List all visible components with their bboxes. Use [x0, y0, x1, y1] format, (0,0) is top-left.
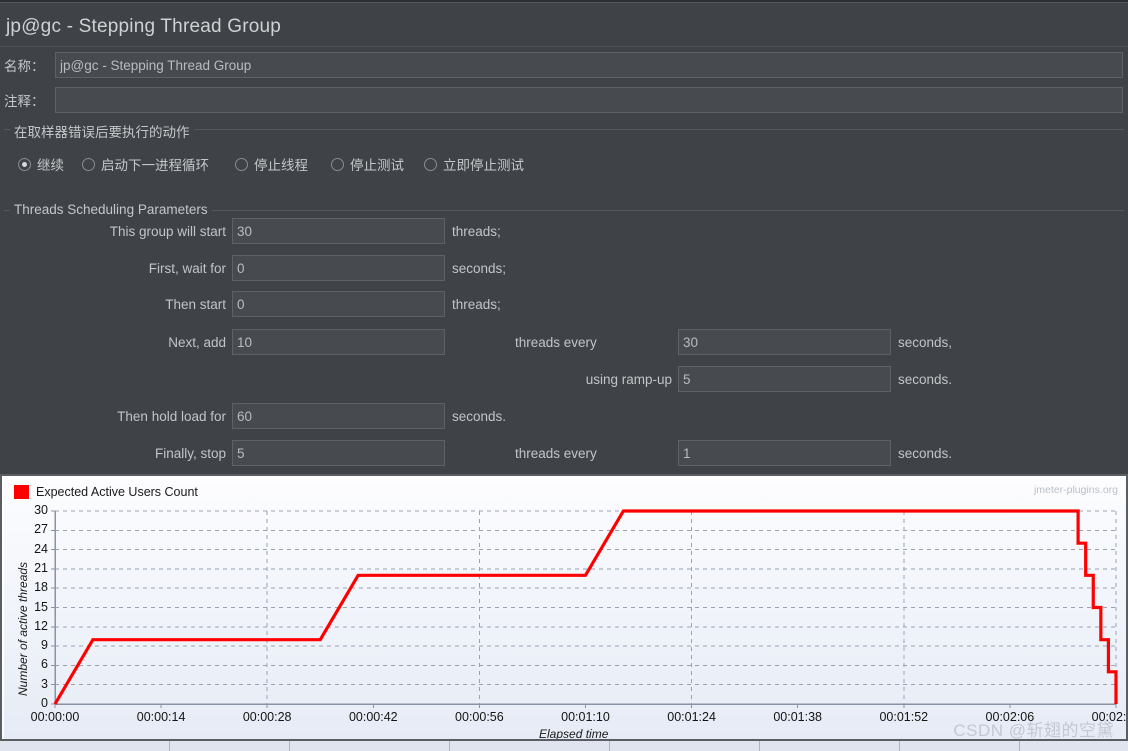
input-flight-time[interactable]: [232, 403, 445, 429]
radio-start-next-loop[interactable]: 启动下一进程循环: [82, 152, 209, 176]
label-then-hold-load-for: Then hold load for: [117, 409, 226, 424]
chart-plot-surface: Expected Active Users Count jmeter-plugi…: [4, 478, 1126, 739]
expected-users-chart: Expected Active Users Count jmeter-plugi…: [0, 474, 1128, 739]
label-then-start: Then start: [165, 297, 226, 312]
radio-dot-icon: [331, 157, 344, 171]
scheduling-group-title: Threads Scheduling Parameters: [10, 202, 212, 217]
label-threads-every-2: threads every: [515, 446, 597, 461]
title-divider: [0, 46, 1128, 47]
input-incr-interval[interactable]: [678, 329, 891, 355]
label-next-add: Next, add: [168, 335, 226, 350]
suffix-threads-2: threads;: [452, 297, 501, 312]
stepping-thread-group-panel: jp@gc - Stepping Thread Group 名称： 注释： 在取…: [0, 0, 1128, 751]
label-group-will-start: This group will start: [109, 224, 226, 239]
input-decr-threads[interactable]: [232, 440, 445, 466]
x-tick-label: 00:01:24: [667, 710, 716, 724]
comment-label: 注释：: [4, 94, 45, 109]
radio-label: 停止线程: [254, 158, 308, 173]
input-ramp-up[interactable]: [678, 366, 891, 392]
suffix-threads-1: threads;: [452, 224, 501, 239]
radio-dot-icon: [18, 157, 31, 171]
label-threads-every-1: threads every: [515, 335, 597, 350]
chart-y-axis-label: Number of active threads: [16, 561, 30, 696]
suffix-seconds-4: seconds.: [452, 409, 507, 424]
radio-dot-icon: [235, 157, 248, 171]
name-row: 名称：: [0, 52, 1128, 78]
x-tick-label: 00:01:52: [879, 710, 929, 724]
chart-x-axis-label: Elapsed time: [539, 727, 609, 739]
y-tick-label: 0: [41, 696, 48, 710]
input-total-threads[interactable]: [232, 218, 445, 244]
input-init-delay[interactable]: [232, 255, 445, 281]
input-incr-threads[interactable]: [232, 329, 445, 355]
y-tick-label: 24: [34, 541, 48, 556]
suffix-seconds-5: seconds.: [898, 446, 953, 461]
radio-continue[interactable]: 继续: [18, 152, 64, 176]
x-tick-label: 00:00:14: [136, 710, 186, 724]
radio-label: 继续: [37, 158, 64, 173]
input-decr-interval[interactable]: [678, 440, 891, 466]
page-title: jp@gc - Stepping Thread Group: [6, 16, 282, 37]
radio-stop-thread[interactable]: 停止线程: [235, 152, 308, 176]
name-label: 名称：: [4, 59, 45, 74]
radio-dot-icon: [424, 157, 437, 171]
input-start-threads[interactable]: [232, 291, 445, 317]
radio-label: 停止测试: [350, 158, 404, 173]
csdn-watermark: CSDN @斩翅的空黛: [953, 721, 1114, 739]
radio-stop-test[interactable]: 停止测试: [331, 152, 404, 176]
x-tick-label: 00:01:10: [561, 710, 610, 724]
chart-svg: [51, 509, 1118, 708]
x-tick-label: 00:00:28: [242, 710, 292, 724]
name-input[interactable]: [55, 52, 1123, 78]
comment-input[interactable]: [55, 87, 1123, 113]
suffix-seconds-3: seconds.: [898, 372, 953, 387]
comment-row: 注释：: [0, 87, 1128, 113]
radio-label: 启动下一进程循环: [101, 158, 209, 173]
label-using-ramp-up: using ramp-up: [585, 372, 672, 387]
x-tick-label: 00:00:00: [30, 710, 80, 724]
y-tick-label: 30: [34, 503, 48, 517]
radio-dot-icon: [82, 157, 95, 171]
y-tick-label: 27: [34, 522, 48, 537]
radio-label: 立即停止测试: [443, 158, 524, 173]
x-tick-label: 00:00:56: [455, 710, 504, 724]
x-tick-label: 00:01:38: [773, 710, 823, 724]
bottom-table-strip: [0, 739, 1128, 751]
suffix-seconds-1: seconds;: [452, 261, 507, 276]
label-finally-stop: Finally, stop: [154, 446, 226, 461]
radio-stop-test-now[interactable]: 立即停止测试: [424, 152, 524, 176]
error-action-group-title: 在取样器错误后要执行的动作: [10, 121, 194, 141]
window-top-highlight: [0, 2, 1128, 3]
suffix-seconds-2: seconds,: [898, 335, 953, 350]
label-first-wait-for: First, wait for: [148, 261, 226, 276]
x-tick-label: 00:00:42: [348, 710, 398, 724]
